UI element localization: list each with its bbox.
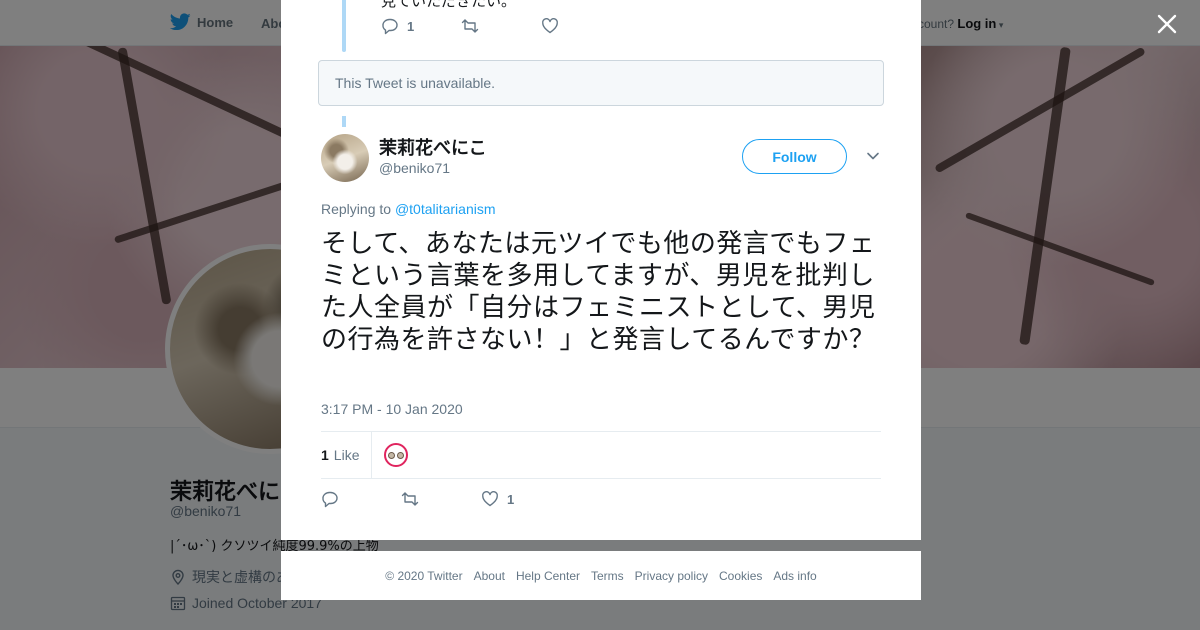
thread-line: [342, 0, 346, 52]
footer-link-about[interactable]: About: [474, 569, 505, 583]
divider: [321, 478, 881, 479]
retweet-icon: [401, 492, 419, 506]
retweet-button[interactable]: [461, 17, 541, 35]
previous-tweet: 見ていただきたい。 1: [281, 0, 921, 60]
close-button[interactable]: [1155, 12, 1179, 36]
footer-link-cookies[interactable]: Cookies: [719, 569, 762, 583]
footer-copyright: © 2020 Twitter: [385, 568, 463, 583]
chevron-down-icon: [867, 152, 879, 160]
like-count: 1: [507, 491, 515, 507]
tweet-timestamp[interactable]: 3:17 PM - 10 Jan 2020: [321, 401, 463, 417]
footer-link-privacy[interactable]: Privacy policy: [635, 569, 708, 583]
like-button[interactable]: 1: [481, 490, 514, 508]
follow-button[interactable]: Follow: [742, 139, 847, 174]
tweet-menu-button[interactable]: [864, 147, 882, 165]
previous-tweet-text: 見ていただきたい。: [381, 0, 517, 10]
heart-icon: [542, 18, 558, 34]
likes-stat[interactable]: 1 Like: [321, 432, 373, 478]
tweet-actions: 1: [321, 490, 514, 508]
footer-link-help-center[interactable]: Help Center: [516, 569, 580, 583]
eye-shape: [397, 451, 405, 459]
footer-link-terms[interactable]: Terms: [591, 569, 624, 583]
reply-icon: [322, 491, 338, 508]
like-button[interactable]: [541, 17, 559, 35]
heart-icon: [482, 491, 498, 507]
retweet-button[interactable]: [401, 490, 481, 508]
tweet-text: そして、あなたは元ツイでも他の発言でもフェミという言葉を多用してますが、男児を批…: [321, 229, 876, 355]
reply-count: 1: [407, 18, 415, 34]
retweet-icon: [461, 19, 479, 33]
thread-line: [342, 116, 346, 127]
likes-count: 1: [321, 447, 329, 463]
author-handle[interactable]: @beniko71: [379, 160, 450, 176]
reply-button[interactable]: 1: [381, 17, 461, 35]
unavailable-notice: This Tweet is unavailable.: [318, 60, 884, 106]
likes-label: Like: [333, 447, 360, 463]
author-avatar[interactable]: [321, 134, 369, 182]
tweet-stats: 1 Like: [321, 432, 881, 478]
eye-shape: [388, 451, 396, 459]
footer-link-ads-info[interactable]: Ads info: [773, 569, 816, 583]
close-icon: [1157, 14, 1177, 34]
author-name[interactable]: 茉莉花べにこ: [379, 134, 487, 160]
replying-to-link[interactable]: @t0talitarianism: [395, 201, 496, 217]
previous-tweet-actions: 1: [381, 17, 559, 35]
reply-button[interactable]: [321, 490, 401, 508]
replying-to: Replying to @t0talitarianism: [321, 201, 496, 217]
reply-icon: [382, 18, 398, 35]
footer: © 2020 Twitter About Help Center Terms P…: [281, 551, 921, 600]
liker-avatar[interactable]: [384, 443, 409, 467]
replying-prefix: Replying to: [321, 201, 392, 217]
tweet-modal: 見ていただきたい。 1 This Tweet is unavailable. 茉…: [281, 0, 921, 540]
